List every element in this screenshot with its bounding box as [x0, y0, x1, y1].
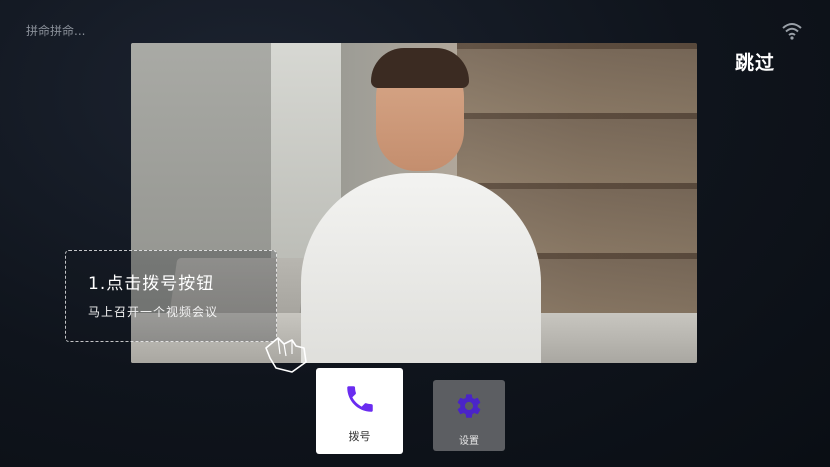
- settings-button-label: 设置: [459, 436, 479, 447]
- guide-title: 1.点击拨号按钮: [88, 274, 215, 294]
- guide-subtitle: 马上召开一个视频会议: [88, 305, 219, 319]
- person-body: [301, 173, 541, 363]
- loading-status-text: 拼命拼命...: [26, 24, 86, 38]
- dial-button-label: 拨号: [348, 430, 371, 443]
- skip-button[interactable]: 跳过: [735, 48, 775, 75]
- guide-callout: 1.点击拨号按钮 马上召开一个视频会议: [65, 250, 277, 342]
- settings-button[interactable]: 设置: [433, 380, 505, 451]
- hand-pointer-icon: [265, 337, 307, 373]
- person-hair: [371, 48, 469, 88]
- gear-icon: [457, 394, 481, 418]
- dial-button[interactable]: 拨号: [316, 368, 403, 454]
- wifi-icon: [782, 23, 802, 40]
- phone-icon: [347, 386, 373, 412]
